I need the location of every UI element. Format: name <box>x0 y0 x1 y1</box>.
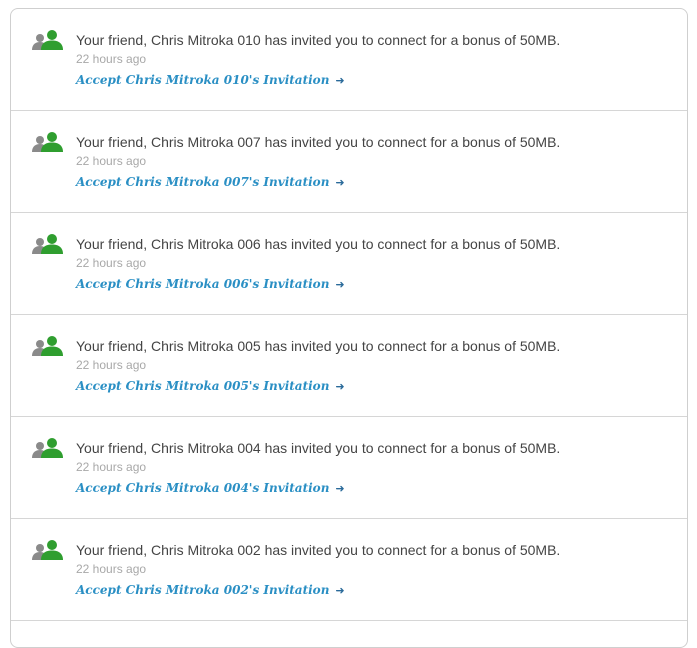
accept-invitation-link[interactable]: Accept Chris Mitroka 006's Invitation ➜ <box>76 277 345 291</box>
accept-invitation-label: Accept Chris Mitroka 010's Invitation <box>76 73 330 87</box>
invitation-message: Your friend, Chris Mitroka 005 has invit… <box>76 338 561 354</box>
friend-connect-icon <box>32 30 63 50</box>
accept-invitation-label: Accept Chris Mitroka 005's Invitation <box>76 379 330 393</box>
invitation-item: Your friend, Chris Mitroka 004 has invit… <box>11 417 687 519</box>
invitation-item: Your friend, Chris Mitroka 007 has invit… <box>11 111 687 213</box>
invitation-message: Your friend, Chris Mitroka 004 has invit… <box>76 440 561 456</box>
arrow-right-icon: ➜ <box>335 176 345 189</box>
invitation-message: Your friend, Chris Mitroka 006 has invit… <box>76 236 561 252</box>
arrow-right-icon: ➜ <box>335 278 345 291</box>
friend-connect-icon <box>32 438 63 458</box>
invitation-item: Your friend, Chris Mitroka 006 has invit… <box>11 213 687 315</box>
invitation-message: Your friend, Chris Mitroka 007 has invit… <box>76 134 561 150</box>
arrow-right-icon: ➜ <box>335 584 345 597</box>
invitation-timestamp: 22 hours ago <box>76 52 147 66</box>
accept-invitation-link[interactable]: Accept Chris Mitroka 007's Invitation ➜ <box>76 175 345 189</box>
invitation-item: Your friend, Chris Mitroka 005 has invit… <box>11 315 687 417</box>
invitation-timestamp: 22 hours ago <box>76 460 147 474</box>
invitation-list: Your friend, Chris Mitroka 010 has invit… <box>10 8 688 648</box>
arrow-right-icon: ➜ <box>335 482 345 495</box>
friend-connect-icon <box>32 234 63 254</box>
arrow-right-icon: ➜ <box>335 380 345 393</box>
accept-invitation-label: Accept Chris Mitroka 007's Invitation <box>76 175 330 189</box>
invitation-message: Your friend, Chris Mitroka 002 has invit… <box>76 542 561 558</box>
invitation-message: Your friend, Chris Mitroka 010 has invit… <box>76 32 561 48</box>
accept-invitation-link[interactable]: Accept Chris Mitroka 004's Invitation ➜ <box>76 481 345 495</box>
invitation-timestamp: 22 hours ago <box>76 562 147 576</box>
invitation-timestamp: 22 hours ago <box>76 154 147 168</box>
invitation-item: Your friend, Chris Mitroka 010 has invit… <box>11 9 687 111</box>
arrow-right-icon: ➜ <box>335 74 345 87</box>
accept-invitation-label: Accept Chris Mitroka 002's Invitation <box>76 583 330 597</box>
accept-invitation-link[interactable]: Accept Chris Mitroka 010's Invitation ➜ <box>76 73 345 87</box>
invitation-item: Your friend, Chris Mitroka 002 has invit… <box>11 519 687 621</box>
invitation-timestamp: 22 hours ago <box>76 358 147 372</box>
accept-invitation-label: Accept Chris Mitroka 004's Invitation <box>76 481 330 495</box>
friend-connect-icon <box>32 336 63 356</box>
accept-invitation-label: Accept Chris Mitroka 006's Invitation <box>76 277 330 291</box>
friend-connect-icon <box>32 132 63 152</box>
friend-connect-icon <box>32 540 63 560</box>
invitation-timestamp: 22 hours ago <box>76 256 147 270</box>
accept-invitation-link[interactable]: Accept Chris Mitroka 002's Invitation ➜ <box>76 583 345 597</box>
accept-invitation-link[interactable]: Accept Chris Mitroka 005's Invitation ➜ <box>76 379 345 393</box>
